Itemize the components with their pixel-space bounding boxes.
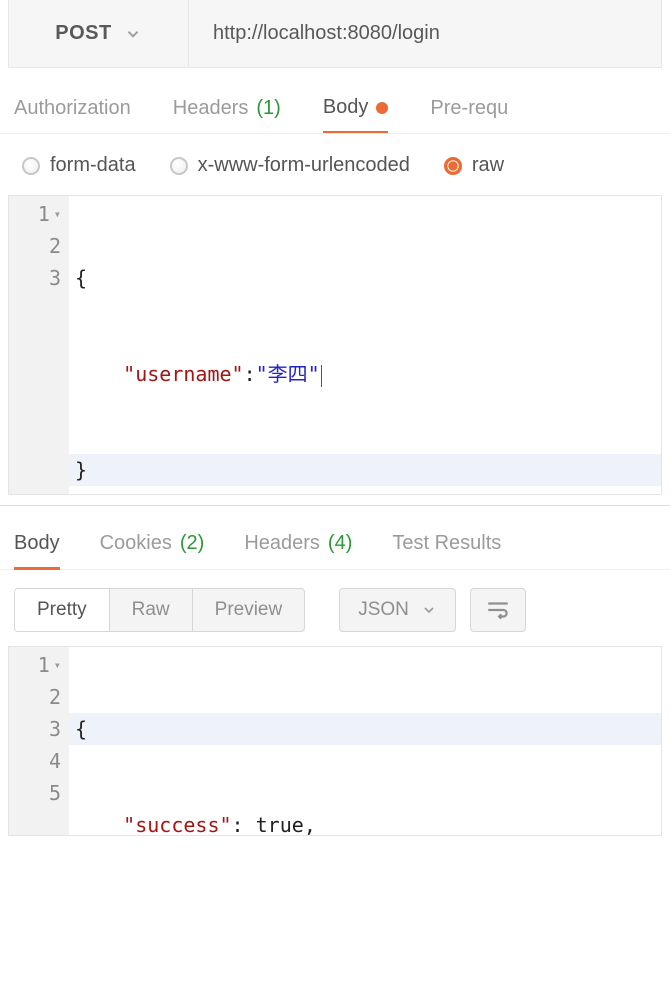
line-number: 4 [49,745,61,777]
request-body-editor[interactable]: 1▾ 2 3 { "username":"李四" } [8,195,662,495]
radio-icon [444,157,462,175]
line-gutter: 1▾ 2 3 4 5 [9,647,69,835]
code-area[interactable]: { "username":"李四" } [69,196,661,494]
radio-label: raw [472,154,504,177]
request-tab-bar: Authorization Headers (1) Body Pre-requ [0,68,670,134]
tab-pre-request[interactable]: Pre-requ [430,96,508,133]
line-gutter: 1▾ 2 3 [9,196,69,494]
view-preview-button[interactable]: Preview [193,589,305,631]
line-number: 3 [49,713,61,745]
tab-label: Cookies [100,532,172,557]
code-token: , [304,813,316,836]
code-area[interactable]: { "success": true, "message": "李四登录成功", … [69,647,661,835]
line-number: 1 [38,649,50,681]
tab-label: Body [323,96,369,119]
tab-count: (2) [180,532,204,557]
button-label: Preview [215,599,283,620]
code-token: true [256,813,304,836]
format-label: JSON [358,599,409,621]
code-token: "李四" [256,362,320,386]
button-label: Raw [132,599,170,620]
tab-label: Test Results [392,532,501,557]
body-type-selector: form-data x-www-form-urlencoded raw [0,134,670,195]
code-token: { [75,266,87,290]
line-number: 3 [49,262,61,294]
code-token: : [244,362,256,386]
view-pretty-button[interactable]: Pretty [15,589,110,631]
code-token: { [75,717,87,741]
tab-count: (1) [256,97,280,120]
code-token: : [232,813,244,836]
radio-icon [22,157,40,175]
wrap-lines-button[interactable] [470,588,526,632]
radio-form-data[interactable]: form-data [22,154,136,177]
button-label: Pretty [37,599,87,620]
response-format-select[interactable]: JSON [339,588,456,632]
response-tab-bar: Body Cookies (2) Headers (4) Test Result… [0,510,670,570]
view-raw-button[interactable]: Raw [110,589,193,631]
line-number: 2 [49,681,61,713]
tab-response-cookies[interactable]: Cookies (2) [100,532,205,569]
tab-label: Authorization [14,97,131,120]
radio-label: x-www-form-urlencoded [198,154,410,177]
tab-label: Headers [244,532,320,557]
tab-response-body[interactable]: Body [14,532,60,570]
request-url-input[interactable] [189,0,661,67]
line-number: 2 [49,230,61,262]
request-bar: POST [8,0,662,68]
line-number: 5 [49,777,61,809]
http-method-label: POST [55,22,111,45]
line-number: 1 [38,198,50,230]
chevron-down-icon [421,602,437,618]
response-body-editor[interactable]: 1▾ 2 3 4 5 { "success": true, "message":… [8,646,662,836]
radio-icon [170,157,188,175]
tab-test-results[interactable]: Test Results [392,532,501,569]
radio-label: form-data [50,154,136,177]
radio-urlencoded[interactable]: x-www-form-urlencoded [170,154,410,177]
view-mode-segmented: Pretty Raw Preview [14,588,305,632]
tab-label: Pre-requ [430,97,508,120]
fold-icon: ▾ [54,198,61,230]
chevron-down-icon [124,25,142,43]
tab-authorization[interactable]: Authorization [14,96,131,133]
code-token: } [75,458,87,482]
code-token: "success" [123,813,231,836]
dot-icon [376,102,388,114]
text-cursor [321,365,322,387]
http-method-select[interactable]: POST [9,0,189,67]
response-section: Body Cookies (2) Headers (4) Test Result… [0,505,670,836]
tab-label: Body [14,532,60,555]
radio-raw[interactable]: raw [444,154,504,177]
tab-label: Headers [173,97,249,120]
wrap-icon [485,597,511,623]
tab-count: (4) [328,532,352,557]
response-toolbar: Pretty Raw Preview JSON [0,570,670,646]
tab-response-headers[interactable]: Headers (4) [244,532,352,569]
tab-headers[interactable]: Headers (1) [173,96,281,133]
code-token: "username" [123,362,243,386]
tab-body[interactable]: Body [323,96,389,134]
fold-icon: ▾ [54,649,61,681]
